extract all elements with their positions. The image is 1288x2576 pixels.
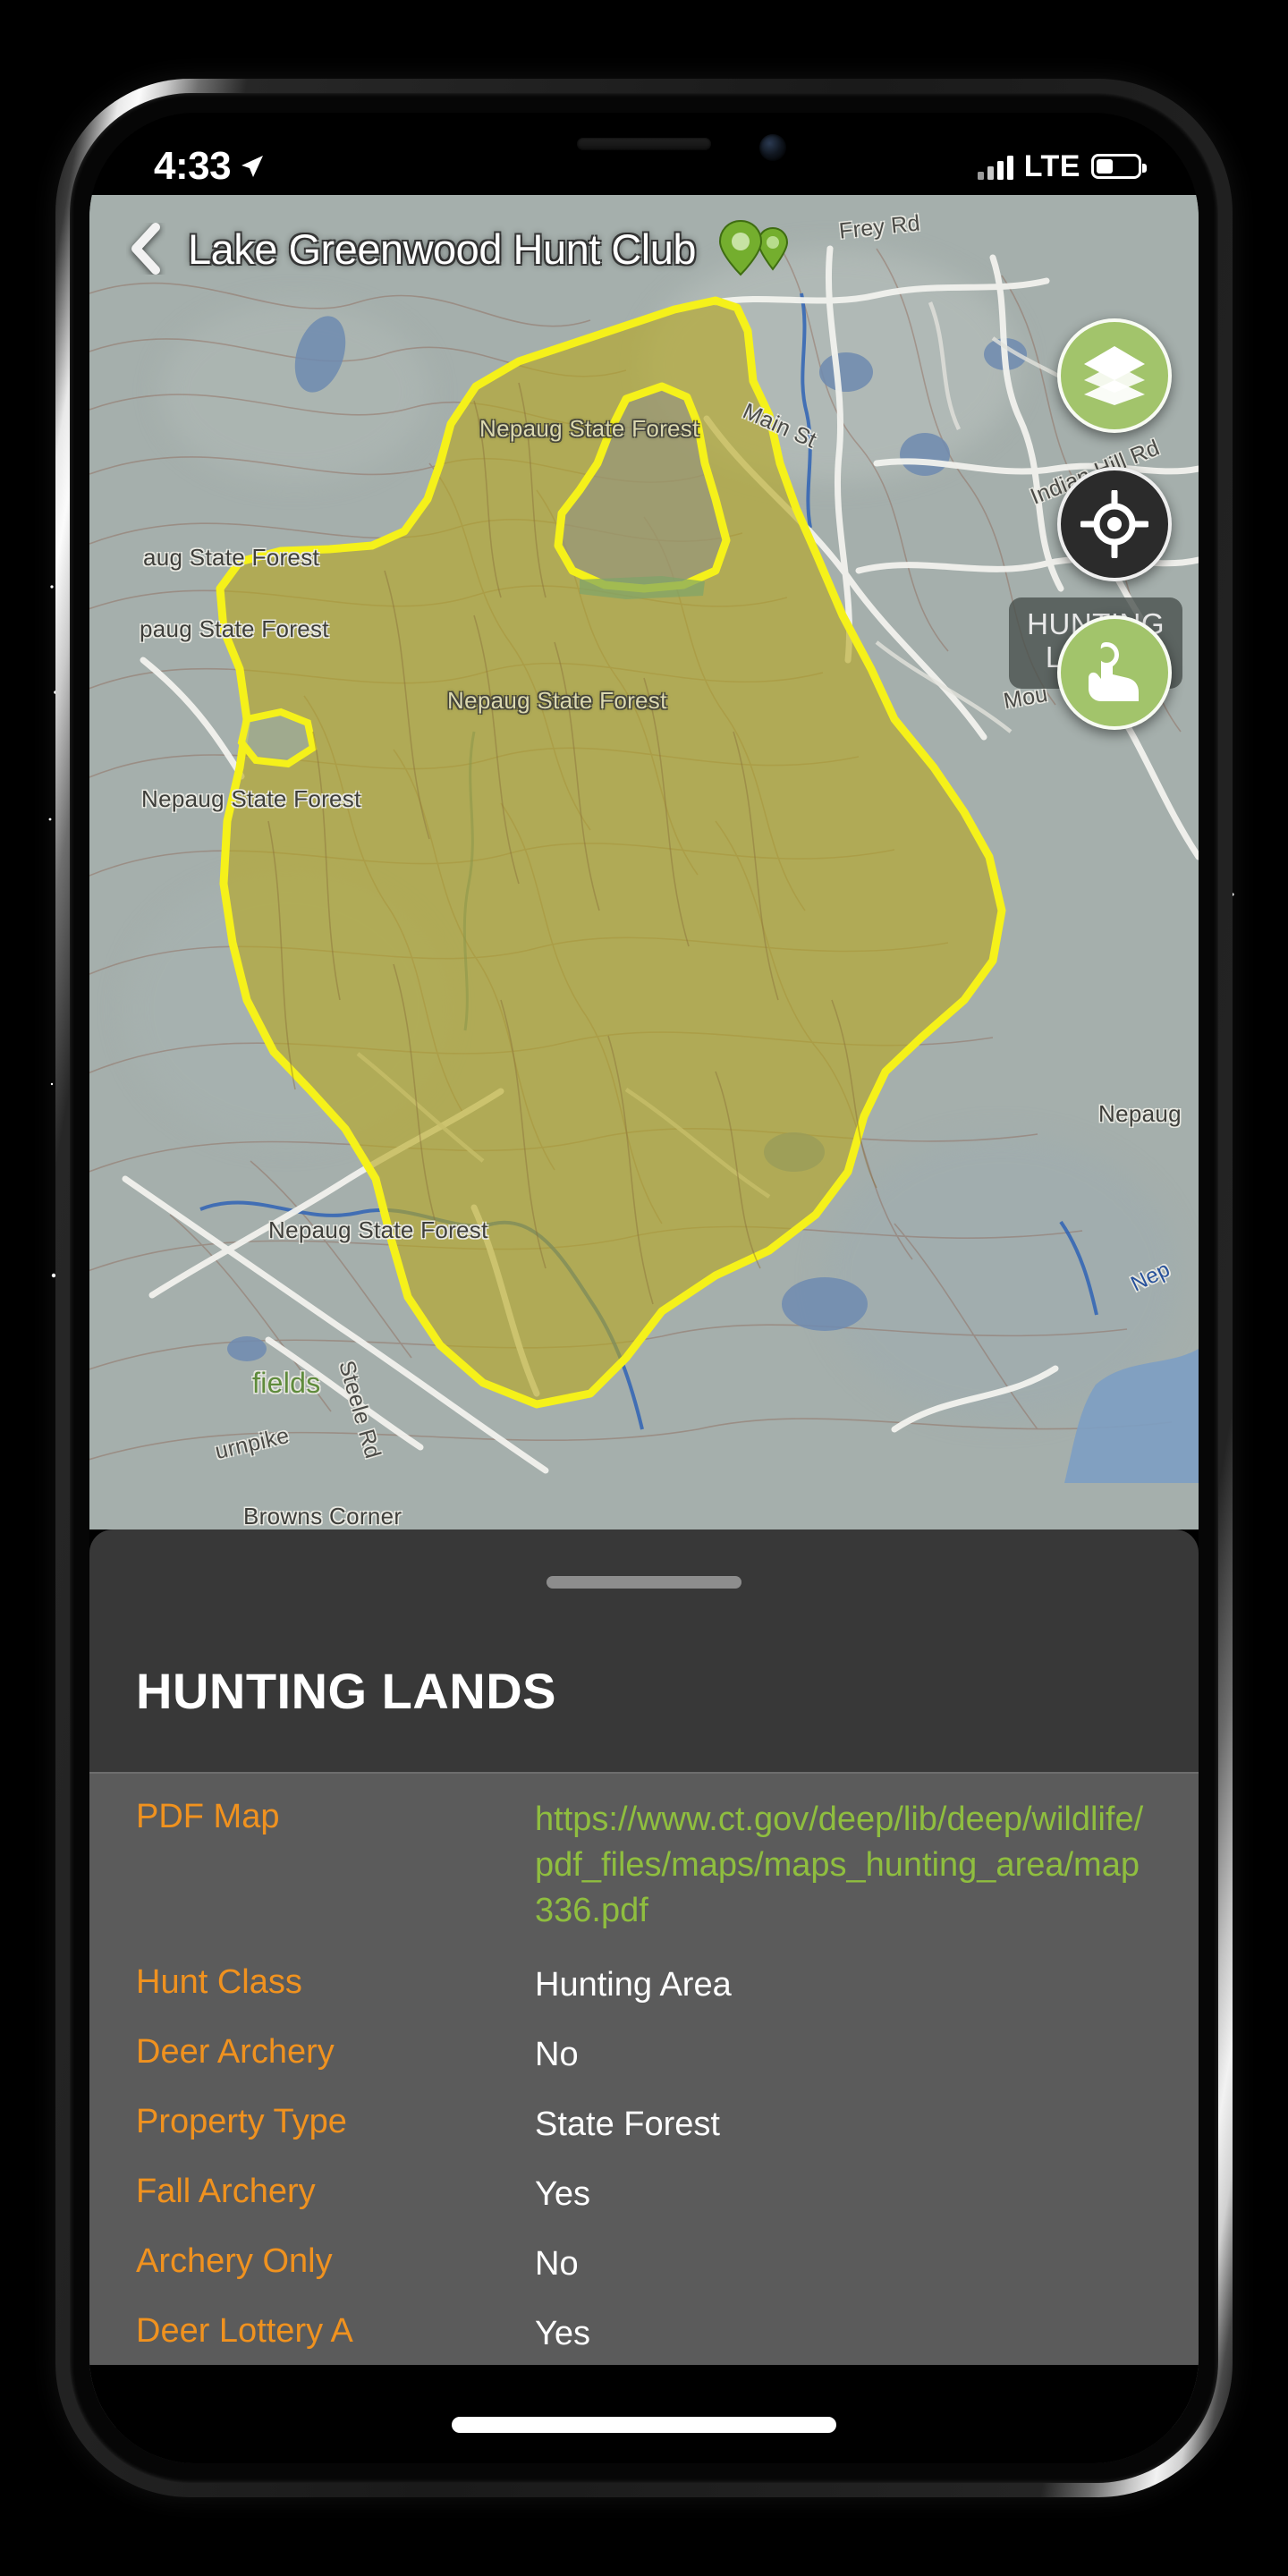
layers-icon xyxy=(1084,346,1145,405)
attribute-key: Property Type xyxy=(136,2102,347,2140)
screenshot-stage: Frey Rd Main St Indian Hill Rd Mou Steel… xyxy=(0,0,1288,2576)
map-label-forest: Nepaug State Forest xyxy=(479,415,699,442)
attribute-key: Deer Lottery A xyxy=(136,2311,353,2350)
attribute-value-link[interactable]: https://www.ct.gov/deep/lib/deep/wildlif… xyxy=(535,1797,1152,1934)
map-controls xyxy=(1057,318,1172,730)
layers-button[interactable] xyxy=(1057,318,1172,433)
attribute-value: Yes xyxy=(535,2314,590,2352)
home-indicator[interactable] xyxy=(452,2417,836,2433)
map-label-forest: Nepaug State Forest xyxy=(141,785,361,812)
table-row[interactable]: Hunt Class Hunting Area xyxy=(89,1939,1199,2009)
status-clock: 4:33 xyxy=(154,144,232,188)
sheet-title: HUNTING LANDS xyxy=(136,1663,557,1719)
attribute-value: Hunting Area xyxy=(535,1965,732,2004)
page-title: Lake Greenwood Hunt Club xyxy=(188,225,697,273)
attribute-key: Archery Only xyxy=(136,2241,333,2280)
map-label-forest: Nepaug xyxy=(1098,1100,1182,1127)
location-arrow-icon xyxy=(242,156,264,177)
map-label-place: fields xyxy=(252,1367,321,1399)
map-label-forest: Nepaug State Forest xyxy=(268,1216,488,1243)
table-row[interactable]: Archery Only No xyxy=(89,2218,1199,2288)
map-label-forest: aug State Forest xyxy=(143,544,320,571)
sheet-drag-handle[interactable] xyxy=(547,1576,741,1589)
table-row[interactable]: PDF Map https://www.ct.gov/deep/lib/deep… xyxy=(89,1774,1199,1939)
status-bar-right: LTE xyxy=(977,148,1147,184)
battery-icon xyxy=(1091,154,1147,179)
detail-sheet: HUNTING LANDS PDF Map https://www.ct.gov… xyxy=(89,1530,1199,2463)
map-label-forest: Nepaug State Forest xyxy=(447,687,667,714)
attribute-value: Yes xyxy=(535,2174,590,2213)
network-type-label: LTE xyxy=(1023,148,1080,183)
map-canvas[interactable]: Frey Rd Main St Indian Hill Rd Mou Steel… xyxy=(89,195,1199,1530)
attribute-value: No xyxy=(535,2244,579,2283)
table-row[interactable]: Deer Lottery A Yes xyxy=(89,2288,1199,2358)
touch-tap-icon xyxy=(1089,642,1139,701)
table-row[interactable]: Deer Archery No xyxy=(89,2009,1199,2079)
crosshair-locate-icon xyxy=(1080,490,1148,558)
phone-inner-bezel: Frey Rd Main St Indian Hill Rd Mou Steel… xyxy=(70,93,1218,2483)
status-bar-left: 4:33 xyxy=(154,147,265,186)
cellular-bars-icon xyxy=(977,153,1013,180)
map-header: Lake Greenwood Hunt Club xyxy=(89,195,1199,302)
map-label-forest: paug State Forest xyxy=(140,615,329,642)
attribute-list: PDF Map https://www.ct.gov/deep/lib/deep… xyxy=(89,1774,1199,2428)
map-label-place: Browns Corner xyxy=(243,1503,402,1530)
phone-notch xyxy=(416,113,872,191)
hunting-lands-polygon[interactable] xyxy=(89,195,1199,1530)
front-camera xyxy=(759,134,786,161)
home-indicator-area xyxy=(89,2365,1199,2463)
earpiece-speaker xyxy=(577,138,711,150)
attribute-key: Fall Archery xyxy=(136,2172,316,2210)
attribute-value: State Forest xyxy=(535,2105,720,2143)
attribute-key: Deer Archery xyxy=(136,2032,335,2071)
back-button[interactable] xyxy=(120,223,172,275)
touch-select-button[interactable] xyxy=(1057,615,1172,730)
table-row[interactable]: Fall Archery Yes xyxy=(89,2148,1199,2218)
attribute-key: Hunt Class xyxy=(136,1962,302,2001)
phone-screen: Frey Rd Main St Indian Hill Rd Mou Steel… xyxy=(89,113,1199,2463)
attribute-value: No xyxy=(535,2035,579,2073)
chevron-left-icon xyxy=(131,223,160,275)
attribute-key: PDF Map xyxy=(136,1798,280,1835)
table-row[interactable]: Property Type State Forest xyxy=(89,2079,1199,2148)
locate-me-button[interactable] xyxy=(1057,467,1172,581)
phone-frame: Frey Rd Main St Indian Hill Rd Mou Steel… xyxy=(55,79,1233,2497)
map-pins-icon[interactable] xyxy=(717,219,792,278)
